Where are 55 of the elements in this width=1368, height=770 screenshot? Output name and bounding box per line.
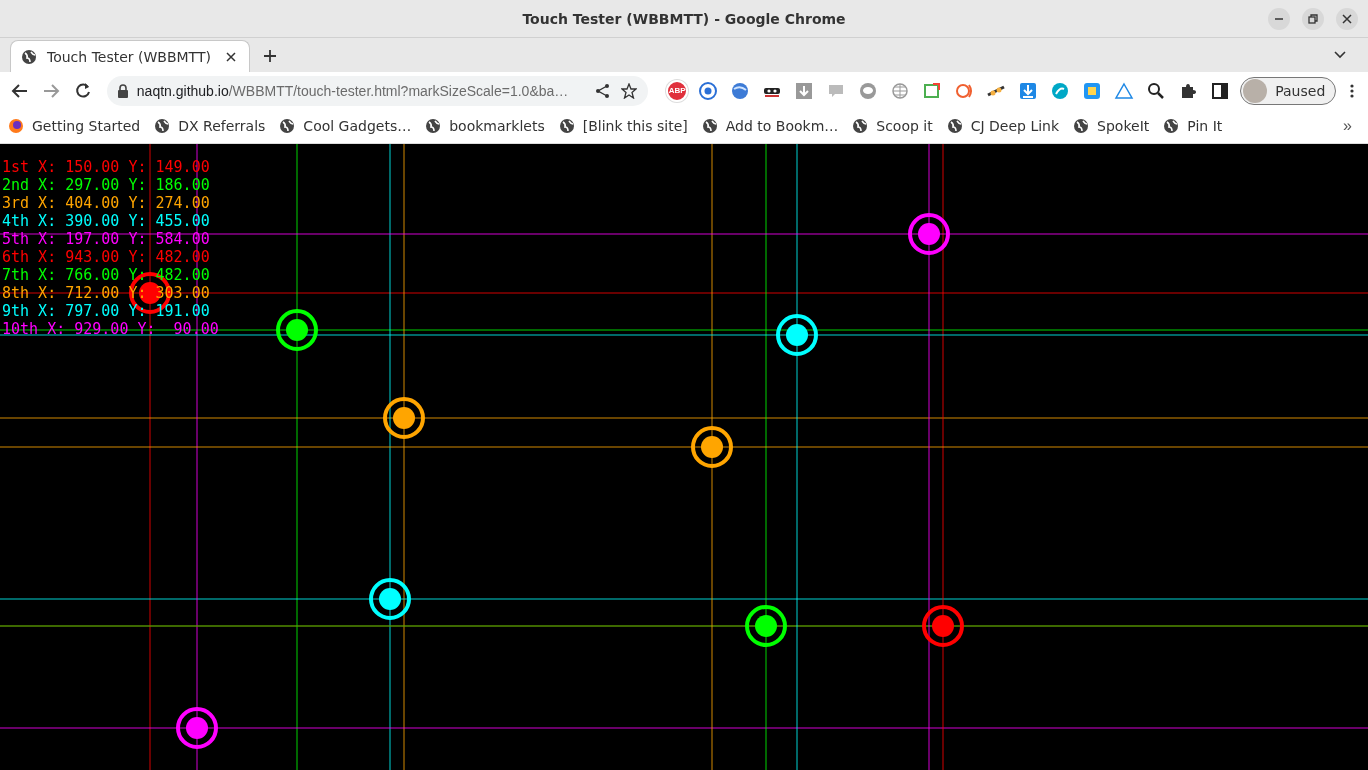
url-text: naqtn.github.io/WBBMTT/touch-tester.html?markSizeScale=1.0&ba…	[136, 82, 570, 99]
bookmark-link[interactable]: Getting Started	[8, 118, 141, 134]
touch-readout: 2nd X: 297.00 Y: 186.00	[2, 176, 211, 194]
minimize-button[interactable]	[1268, 8, 1290, 30]
bookmark-link[interactable]: Pin It	[1163, 118, 1223, 134]
minimize-icon	[1274, 18, 1284, 20]
touch-readout: 6th X: 943.00 Y: 482.00	[2, 248, 211, 266]
window-title: Touch Tester (WBBMTT) - Google Chrome	[522, 10, 846, 27]
globe-icon	[701, 118, 718, 134]
touch-marker	[908, 213, 950, 255]
close-icon	[1342, 14, 1352, 24]
globe-icon	[1073, 118, 1090, 134]
bookmark-link[interactable]: bookmarklets	[425, 118, 545, 134]
bookmark-link[interactable]: CJ Deep Link	[946, 118, 1060, 134]
touch-readout: 3rd X: 404.00 Y: 274.00	[2, 194, 211, 212]
adblock-button[interactable]: ABP	[666, 79, 689, 102]
touch-marker	[745, 605, 787, 647]
profile-button[interactable]: Paused	[1240, 76, 1337, 105]
globe-icon	[279, 118, 296, 134]
restore-button[interactable]	[1302, 8, 1324, 30]
touch-marker	[691, 426, 733, 468]
globe-icon	[21, 48, 37, 65]
touch-readout: 9th X: 797.00 Y: 191.00	[2, 302, 211, 320]
touch-canvas[interactable]	[0, 144, 1368, 770]
globe-icon	[558, 118, 575, 134]
tab-title: Touch Tester (WBBMTT)	[47, 48, 212, 65]
bookmark-link[interactable]: SpokeIt	[1073, 118, 1150, 134]
bookmark-link[interactable]: Add to Bookm…	[701, 118, 839, 134]
globe-icon	[946, 118, 963, 134]
bookmark-link[interactable]: Scoop it	[852, 118, 933, 134]
globe-icon	[852, 118, 869, 134]
globe-icon	[425, 118, 442, 134]
browser-tab[interactable]: Touch Tester (WBBMTT)	[10, 40, 250, 72]
firefox-icon	[8, 118, 24, 134]
touch-marker	[276, 309, 318, 351]
touch-readout: 5th X: 197.00 Y: 584.00	[2, 230, 211, 248]
globe-icon	[1163, 118, 1180, 134]
touch-marker	[369, 578, 411, 620]
globe-icon	[154, 118, 171, 134]
bookmark-link[interactable]: DX Referrals	[154, 118, 266, 134]
address-bar[interactable]: naqtn.github.io/WBBMTT/touch-tester.html?markSizeScale=1.0&ba…	[106, 75, 649, 106]
restore-icon	[1308, 14, 1318, 24]
touch-marker	[776, 314, 818, 356]
touch-readout: 10th X: 929.00 Y: 90.00	[2, 320, 219, 338]
touch-marker	[176, 707, 218, 749]
touch-readout: 4th X: 390.00 Y: 455.00	[2, 212, 211, 230]
touch-readout: 1st X: 150.00 Y: 149.00	[2, 158, 211, 176]
close-button[interactable]	[1336, 8, 1358, 30]
touch-marker	[922, 605, 964, 647]
bookmark-link[interactable]: Cool Gadgets…	[279, 118, 412, 134]
avatar	[1243, 78, 1268, 103]
lock-icon	[116, 83, 129, 98]
touch-marker	[383, 397, 425, 439]
bookmarks-overflow-button[interactable]: »	[1335, 117, 1360, 135]
bookmark-link[interactable]: [Blink this site]	[558, 118, 688, 134]
